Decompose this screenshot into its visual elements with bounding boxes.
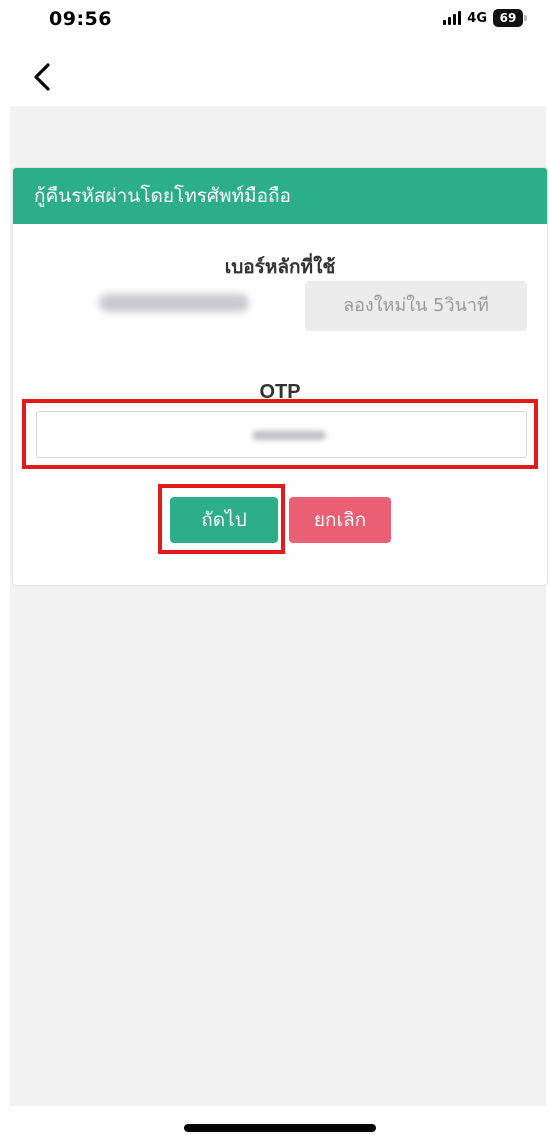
otp-masked-value [252,431,326,440]
battery-level: 69 [493,9,523,27]
network-type: 4G [467,10,487,26]
otp-label: OTP [259,381,301,403]
status-time: 09:56 [49,8,112,30]
battery-icon: 69 [493,9,527,27]
masked-phone-number [99,294,249,312]
otp-input[interactable] [36,411,527,458]
status-bar: 09:56 4G 69 [0,0,549,44]
chevron-left-icon [34,63,50,91]
cancel-button[interactable]: ยกเลิก [289,497,391,543]
home-indicator [184,1124,376,1132]
next-button[interactable]: ถัดไป [170,497,278,543]
nav-bar [0,44,549,106]
card-title: กู้คืนรหัสผ่านโดยโทรศัพท์มือถือ [13,168,547,224]
status-indicators: 4G 69 [443,9,527,27]
phone-label: เบอร์หลักที่ใช้ [224,256,336,278]
recovery-card: กู้คืนรหัสผ่านโดยโทรศัพท์มือถือ เบอร์หลั… [12,167,548,586]
signal-bars-icon [443,11,462,25]
retry-button[interactable]: ลองใหม่ใน 5วินาที [305,281,527,331]
back-button[interactable] [30,62,56,92]
